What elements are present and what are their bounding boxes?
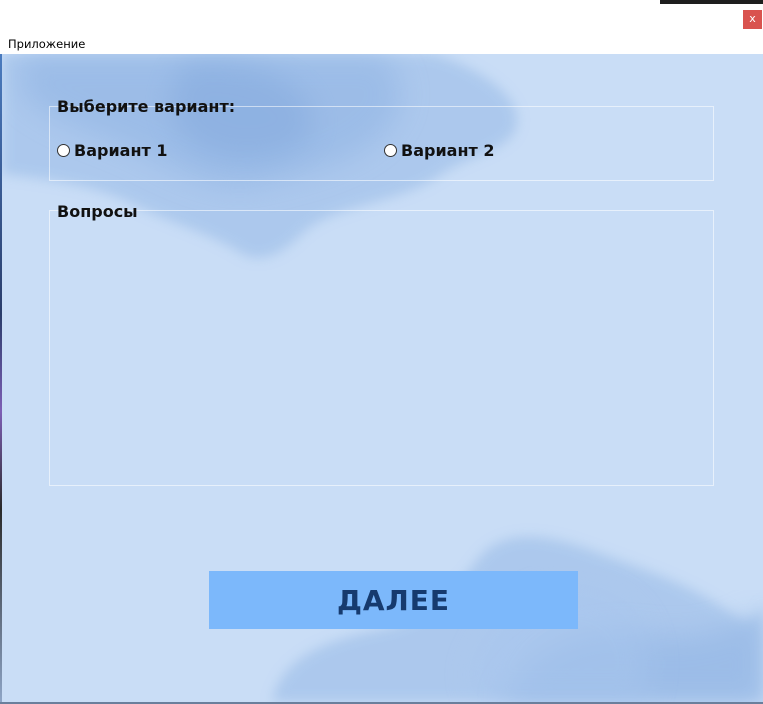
radio-variant-2-label: Вариант 2 — [401, 141, 495, 160]
radio-variant-1[interactable]: Вариант 1 — [57, 141, 167, 160]
title-bar: x Приложение — [0, 0, 763, 54]
radio-button-icon[interactable] — [384, 144, 397, 157]
window-title: Приложение — [8, 37, 86, 51]
radio-variant-1-label: Вариант 1 — [74, 141, 168, 160]
client-area: Выберите вариант: Вариант 1 Вариант 2 Во… — [2, 54, 763, 702]
variant-group-legend: Выберите вариант: — [57, 97, 236, 116]
questions-group-box — [49, 210, 714, 486]
questions-group-legend: Вопросы — [57, 202, 138, 221]
app-window: x Приложение Выберите вариант: Вариант 1… — [0, 0, 763, 704]
title-bar-strip — [660, 0, 763, 4]
next-button-label: ДАЛЕЕ — [336, 583, 451, 617]
radio-variant-2[interactable]: Вариант 2 — [384, 141, 494, 160]
close-button[interactable]: x — [743, 10, 762, 29]
radio-button-icon[interactable] — [57, 144, 70, 157]
next-button[interactable]: ДАЛЕЕ — [209, 571, 578, 629]
